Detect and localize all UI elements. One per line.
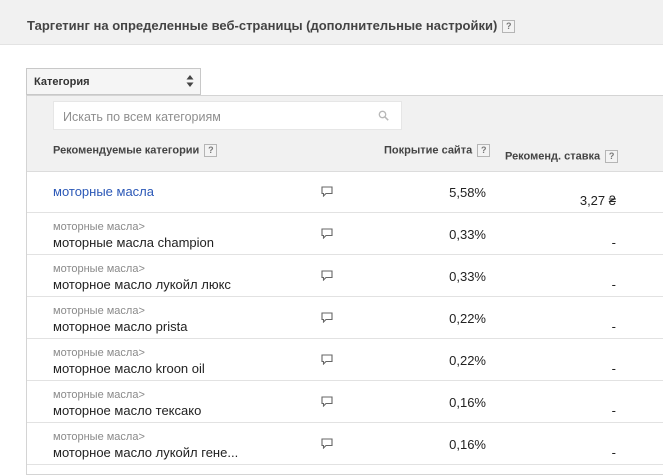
help-icon[interactable]: ? [502, 20, 516, 34]
column-header-bid-label: Рекоменд. ставка [505, 150, 601, 163]
category-row: моторные масла 5,58% 3,27 ₴ [27, 171, 663, 213]
category-parent: моторные масла> [53, 305, 145, 317]
categories-panel: Искать по всем категориям Рекомендуемые … [26, 95, 663, 475]
panel-toolbar: Искать по всем категориям Рекомендуемые … [27, 96, 663, 172]
help-icon[interactable]: ? [204, 144, 218, 157]
bid-value: - [611, 319, 616, 334]
column-header-coverage-label: Покрытие сайта [384, 144, 473, 157]
category-row[interactable]: моторные масла> моторное масло тексако 0… [27, 381, 663, 423]
category-name: моторное масло kroon oil [53, 361, 205, 376]
category-row[interactable]: моторные масла> моторные масла champion … [27, 213, 663, 255]
comment-icon[interactable] [321, 186, 333, 197]
search-icon[interactable] [378, 110, 389, 121]
comment-icon[interactable] [321, 270, 333, 281]
column-header-category: Рекомендуемые категории? [53, 144, 218, 157]
bid-value: - [611, 403, 616, 418]
coverage-value: 5,58% [449, 185, 486, 200]
comment-icon[interactable] [321, 396, 333, 407]
category-name: моторное масло лукойл люкс [53, 277, 231, 292]
bid-value: - [611, 277, 616, 292]
bid-value: - [611, 361, 616, 376]
column-header-coverage: Покрытие сайта? [384, 144, 491, 157]
column-header-bid: Рекоменд. ставка? [505, 150, 619, 163]
coverage-value: 0,16% [449, 395, 486, 410]
category-row[interactable]: моторные масла> моторное масло лукойл лю… [27, 255, 663, 297]
category-row[interactable]: моторные масла> моторное масло prista 0,… [27, 297, 663, 339]
sort-arrows-icon [186, 75, 194, 87]
category-parent: моторные масла> [53, 221, 145, 233]
coverage-value: 0,16% [449, 437, 486, 452]
comment-icon[interactable] [321, 438, 333, 449]
section-header: Таргетинг на определенные веб-страницы (… [0, 0, 663, 45]
category-row[interactable]: моторные масла> моторное масло kroon oil… [27, 339, 663, 381]
section-title: Таргетинг на определенные веб-страницы (… [27, 18, 516, 34]
category-parent: моторные масла> [53, 347, 145, 359]
category-parent: моторные масла> [53, 431, 145, 443]
category-name: моторное масло тексако [53, 403, 202, 418]
category-parent: моторные масла> [53, 389, 145, 401]
bid-value: - [611, 235, 616, 250]
help-icon[interactable]: ? [477, 144, 491, 157]
category-link[interactable]: моторные масла [53, 184, 154, 199]
category-select-label: Категория [34, 76, 90, 88]
category-parent: моторные масла> [53, 263, 145, 275]
search-input[interactable]: Искать по всем категориям [63, 110, 221, 124]
coverage-value: 0,33% [449, 269, 486, 284]
help-icon[interactable]: ? [605, 150, 619, 163]
coverage-value: 0,33% [449, 227, 486, 242]
category-name: моторное масло prista [53, 319, 188, 334]
coverage-value: 0,22% [449, 311, 486, 326]
category-row[interactable]: моторные масла> моторное масло лукойл ге… [27, 423, 663, 465]
comment-icon[interactable] [321, 312, 333, 323]
category-select[interactable]: Категория [26, 68, 201, 95]
comment-icon[interactable] [321, 228, 333, 239]
bid-value: 3,27 ₴ [579, 193, 616, 208]
search-field[interactable]: Искать по всем категориям [53, 101, 402, 130]
section-title-text: Таргетинг на определенные веб-страницы (… [27, 18, 498, 33]
category-name: моторные масла champion [53, 235, 214, 250]
column-header-category-label: Рекомендуемые категории [53, 144, 200, 157]
coverage-value: 0,22% [449, 353, 486, 368]
comment-icon[interactable] [321, 354, 333, 365]
